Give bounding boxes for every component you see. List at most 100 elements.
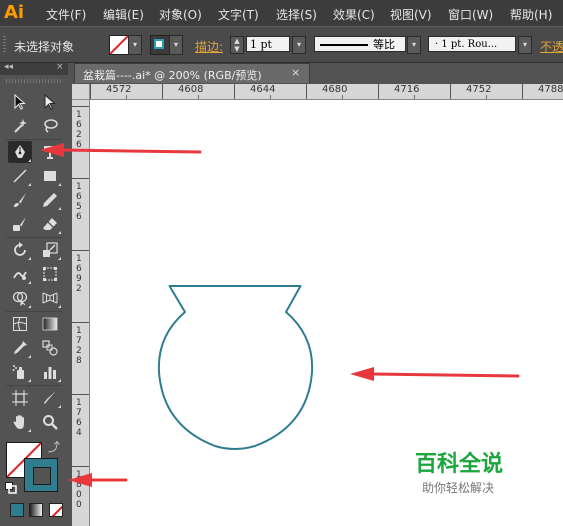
brush-definition[interactable]: · 1 pt. Rou...	[428, 36, 516, 52]
menu-window[interactable]: 窗口(W)	[448, 6, 493, 23]
tool-flyout-indicator	[28, 159, 31, 162]
default-colors-icon[interactable]	[5, 482, 17, 494]
ruler-tick	[450, 84, 451, 99]
blob-brush-tool[interactable]	[8, 213, 32, 235]
ruler-label: 4572	[106, 84, 132, 95]
document-title: 盆栽篇----.ai* @ 200% (RGB/预览)	[83, 69, 262, 82]
control-bar-grip[interactable]	[3, 36, 6, 54]
menu-select[interactable]: 选择(S)	[276, 6, 317, 23]
paintbrush-tool[interactable]	[8, 189, 32, 211]
ruler-label-digit: 1	[76, 110, 82, 120]
stroke-dropdown[interactable]: ▾	[169, 35, 183, 55]
shape-builder-tool[interactable]	[8, 287, 32, 309]
fill-dropdown[interactable]: ▾	[128, 35, 142, 55]
tools-panel: ⤴	[0, 75, 68, 526]
tool-flyout-indicator	[58, 405, 61, 408]
none-mode-button[interactable]	[49, 503, 63, 517]
ruler-origin[interactable]	[72, 84, 90, 100]
eraser-tool[interactable]	[38, 213, 62, 235]
rectangle-tool[interactable]	[38, 165, 62, 187]
menu-file[interactable]: 文件(F)	[46, 6, 86, 23]
hand-tool[interactable]	[8, 411, 32, 433]
tool-flyout-indicator	[28, 305, 31, 308]
zoom-tool[interactable]	[38, 411, 62, 433]
ruler-tick	[522, 84, 523, 99]
horizontal-ruler[interactable]: 4572 4608 4644 4680 4716 4752 4788	[90, 84, 563, 100]
stroke-swatch[interactable]	[24, 458, 58, 492]
direct-selection-tool[interactable]	[38, 91, 62, 113]
stroke-color-swatch[interactable]	[150, 35, 170, 55]
stroke-weight-dropdown[interactable]: ▾	[292, 36, 306, 54]
color-mode-button[interactable]	[10, 503, 24, 517]
magic-wand-tool[interactable]	[8, 115, 32, 137]
ruler-label-digit: 0	[76, 500, 82, 510]
swap-fill-stroke-icon[interactable]: ⤴	[48, 438, 60, 455]
control-bar: 未选择对象 ▾ ▾ 描边: ▲ ▼ 1 pt ▾ 等比 ▾ · 1 pt. Rou…	[0, 26, 563, 63]
line-segment-tool[interactable]	[8, 165, 32, 187]
document-tab[interactable]: 盆栽篇----.ai* @ 200% (RGB/预览) ×	[74, 63, 310, 83]
ruler-label: 4716	[394, 84, 420, 95]
ruler-label-digit: 8	[76, 480, 82, 490]
none-slash-icon	[110, 36, 128, 54]
perspective-grid-tool[interactable]	[38, 287, 62, 309]
ruler-minor-tick	[126, 95, 127, 99]
blend-tool[interactable]	[38, 337, 62, 359]
brush-dropdown[interactable]: ▾	[518, 36, 532, 54]
menu-effect[interactable]: 效果(C)	[333, 6, 375, 23]
eraser-icon	[43, 218, 57, 230]
shape-builder-icon	[12, 291, 28, 306]
ruler-label-digit: 1	[76, 326, 82, 336]
rotate-tool[interactable]	[8, 239, 32, 261]
warp-tool[interactable]	[8, 263, 32, 285]
tools-separator	[6, 139, 62, 140]
fill-color-swatch[interactable]	[109, 35, 129, 55]
ruler-tick	[72, 394, 89, 395]
lasso-tool[interactable]	[38, 115, 62, 137]
ruler-minor-tick	[342, 95, 343, 99]
stroke-label[interactable]: 描边:	[195, 38, 223, 55]
symbol-sprayer-tool[interactable]	[8, 361, 32, 383]
close-tab-icon[interactable]: ×	[291, 66, 300, 79]
free-transform-tool[interactable]	[38, 263, 62, 285]
menu-view[interactable]: 视图(V)	[390, 6, 432, 23]
pen-tool[interactable]	[8, 141, 32, 163]
pencil-tool[interactable]	[38, 189, 62, 211]
menu-help[interactable]: 帮助(H)	[510, 6, 552, 23]
artboard-icon	[12, 390, 28, 406]
app-logo: Ai	[4, 2, 25, 23]
column-graph-tool[interactable]	[38, 361, 62, 383]
type-tool[interactable]	[38, 141, 62, 163]
artboard-tool[interactable]	[8, 387, 32, 409]
hollow-arrow-icon	[44, 94, 56, 110]
stroke-weight-stepper[interactable]: ▲ ▼	[230, 36, 244, 54]
selection-tool[interactable]	[8, 91, 32, 113]
ruler-tick	[90, 84, 91, 99]
slice-knife-icon	[44, 391, 56, 404]
ruler-label-digit: 8	[76, 356, 82, 366]
opacity-label[interactable]: 不透	[540, 38, 563, 55]
menu-edit[interactable]: 编辑(E)	[103, 6, 144, 23]
gradient-mode-button[interactable]	[29, 503, 43, 517]
stroke-weight-field[interactable]: 1 pt	[246, 36, 290, 52]
ruler-label-digit: 0	[76, 490, 82, 500]
eyedropper-tool[interactable]	[8, 337, 32, 359]
ruler-minor-tick	[486, 95, 487, 99]
ruler-label-digit: 5	[76, 202, 82, 212]
profile-dropdown[interactable]: ▾	[407, 36, 421, 54]
ruler-label-digit: 4	[76, 428, 82, 438]
menu-type[interactable]: 文字(T)	[218, 6, 259, 23]
variable-width-profile[interactable]: 等比	[314, 36, 406, 52]
mesh-tool[interactable]	[8, 313, 32, 335]
collapse-icon[interactable]: ◂◂	[4, 62, 13, 72]
menu-object[interactable]: 对象(O)	[159, 6, 202, 23]
panel-close-icon[interactable]: ×	[56, 62, 64, 72]
ruler-minor-tick	[198, 95, 199, 99]
stroke-square-icon	[154, 39, 164, 49]
gradient-tool[interactable]	[38, 313, 62, 335]
slice-tool[interactable]	[38, 387, 62, 409]
none-slash-icon	[51, 505, 62, 516]
tools-panel-grip[interactable]	[6, 79, 62, 83]
watermark-subtitle: 助你轻松解决	[422, 481, 495, 495]
vertical-ruler[interactable]: 162616561692172817641800	[72, 100, 90, 526]
scale-tool[interactable]	[38, 239, 62, 261]
